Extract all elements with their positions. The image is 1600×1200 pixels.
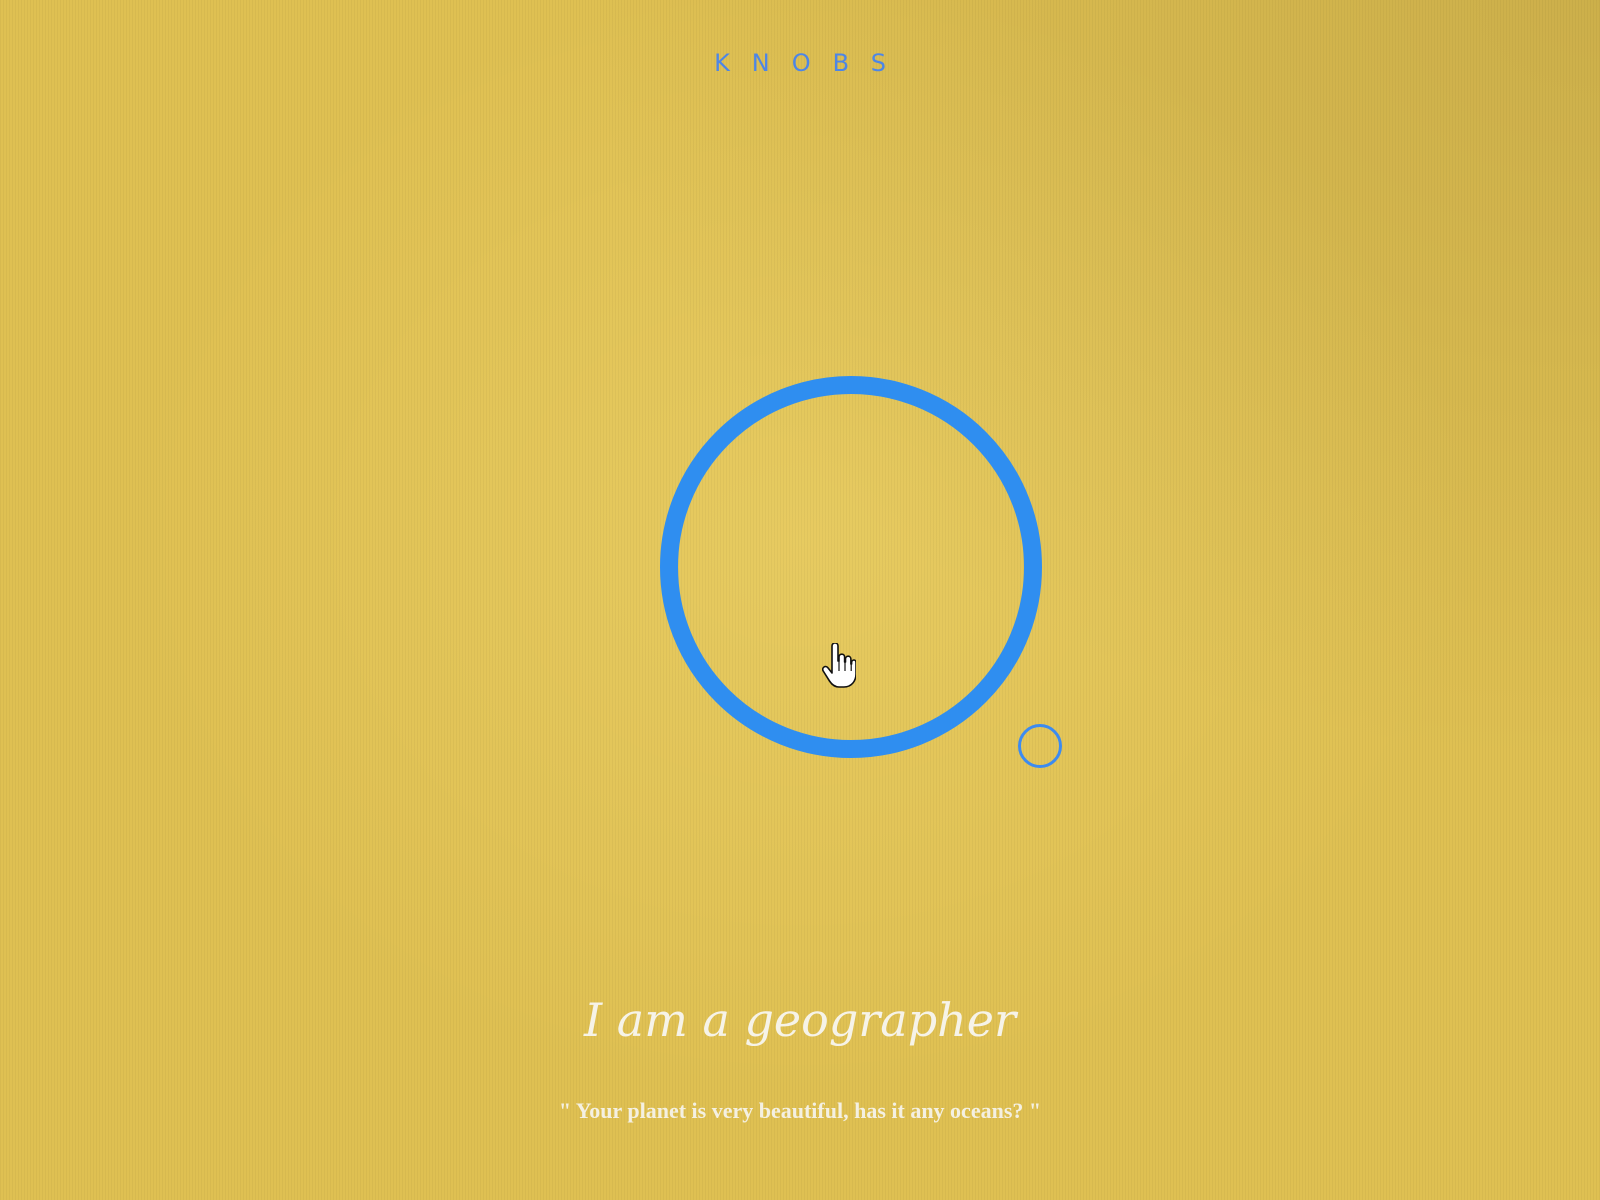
page-heading: I am a geographer — [583, 993, 1016, 1047]
knob-dial[interactable] — [660, 376, 1042, 758]
quote-text: " Your planet is very beautiful, has it … — [558, 1098, 1042, 1123]
knob-handle[interactable] — [1018, 724, 1062, 768]
hand-pointer-icon — [822, 643, 856, 688]
